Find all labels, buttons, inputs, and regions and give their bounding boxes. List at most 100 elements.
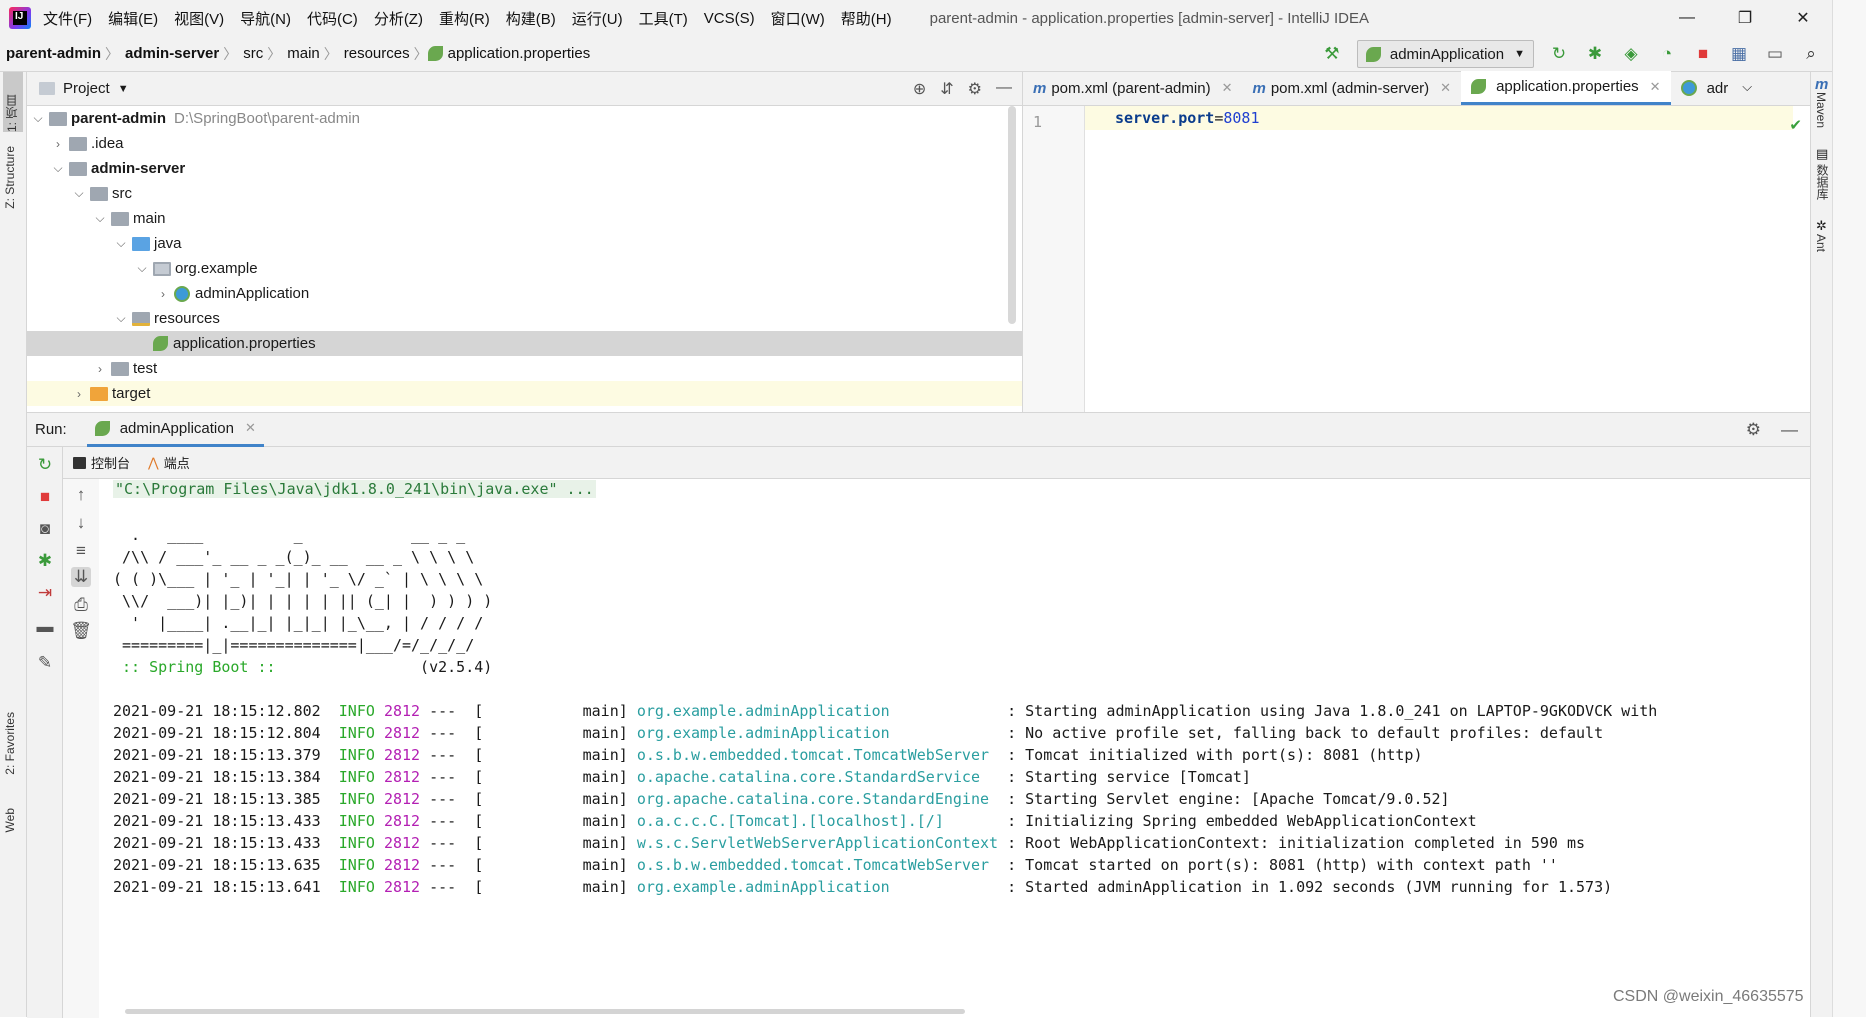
tab-application-properties[interactable]: application.properties ✕: [1461, 71, 1671, 105]
web-tool-tab[interactable]: Web: [3, 808, 17, 832]
project-structure-icon[interactable]: ▦: [1728, 43, 1750, 65]
close-icon[interactable]: ✕: [245, 420, 256, 436]
tab-endpoints[interactable]: ⋀ 端点: [148, 453, 190, 472]
collapse-all-icon[interactable]: ⇵: [940, 79, 953, 99]
menu-edit[interactable]: 编辑(E): [108, 8, 158, 29]
close-icon[interactable]: ✕: [1440, 80, 1451, 96]
breadcrumb-project[interactable]: parent-admin: [0, 45, 105, 62]
coverage-icon[interactable]: ◈: [1620, 43, 1642, 65]
chevron-down-icon[interactable]: ⌵: [27, 111, 49, 126]
breadcrumb-module[interactable]: admin-server: [119, 45, 223, 62]
stop-icon[interactable]: ■: [35, 487, 55, 507]
tree-item-resources[interactable]: ⌵ resources: [27, 306, 1022, 331]
locate-file-icon[interactable]: ⊕: [913, 79, 926, 99]
pin-icon[interactable]: ✎: [35, 653, 55, 673]
rerun-icon[interactable]: ↻: [35, 455, 55, 475]
menu-tools[interactable]: 工具(T): [639, 8, 688, 29]
chevron-down-icon[interactable]: ⌵: [110, 311, 132, 326]
soft-wrap-icon[interactable]: ≡: [71, 541, 91, 561]
breadcrumb-file[interactable]: application.properties: [448, 45, 595, 62]
project-scrollbar[interactable]: [1008, 106, 1016, 324]
menu-code[interactable]: 代码(C): [307, 8, 358, 29]
restore-button[interactable]: ❐: [1716, 0, 1774, 36]
maven-tool-tab[interactable]: Maven: [1814, 92, 1828, 128]
chevron-down-icon[interactable]: ⌵: [131, 261, 153, 276]
tree-item-target[interactable]: › target: [27, 381, 1022, 406]
tree-item-test[interactable]: › test: [27, 356, 1022, 381]
breadcrumb-resources[interactable]: resources: [338, 45, 414, 62]
tree-item-java[interactable]: ⌵ java: [27, 231, 1022, 256]
favorites-tool-tab[interactable]: 2: Favorites: [3, 712, 17, 775]
menu-build[interactable]: 构建(B): [506, 8, 556, 29]
chevron-right-icon[interactable]: ›: [47, 137, 69, 151]
close-icon[interactable]: ✕: [1650, 79, 1661, 95]
close-window-button[interactable]: ✕: [1774, 0, 1832, 36]
chevron-right-icon[interactable]: ›: [68, 387, 90, 401]
tree-item-idea[interactable]: › .idea: [27, 131, 1022, 156]
chevron-down-icon[interactable]: ▼: [118, 83, 129, 95]
terminal-icon[interactable]: ▭: [1764, 43, 1786, 65]
hide-panel-icon[interactable]: —: [996, 79, 1012, 99]
structure-tool-tab[interactable]: Z: Structure: [3, 146, 17, 209]
camera-icon[interactable]: ◙: [35, 519, 55, 539]
inspection-ok-icon[interactable]: ✔: [1789, 116, 1802, 134]
chevron-down-icon[interactable]: ⌵: [68, 186, 90, 201]
scroll-to-end-icon[interactable]: ⇊: [71, 567, 91, 587]
minimize-button[interactable]: —: [1658, 0, 1716, 36]
menu-navigate[interactable]: 导航(N): [240, 8, 291, 29]
menu-run[interactable]: 运行(U): [572, 8, 623, 29]
database-icon[interactable]: ▤: [1816, 146, 1828, 162]
breadcrumb-src[interactable]: src: [237, 45, 267, 62]
menu-refactor[interactable]: 重构(R): [439, 8, 490, 29]
arrow-down-icon[interactable]: ↓: [71, 513, 91, 533]
menu-analyze[interactable]: 分析(Z): [374, 8, 423, 29]
layout-icon[interactable]: ▬: [35, 617, 55, 637]
chevron-right-icon[interactable]: ›: [152, 287, 174, 301]
gear-icon[interactable]: ⚙: [968, 79, 982, 99]
gear-icon[interactable]: ⚙: [1746, 420, 1761, 440]
run-tab-admin-application[interactable]: adminApplication ✕: [86, 413, 264, 447]
console-output[interactable]: "C:\Program Files\Java\jdk1.8.0_241\bin\…: [99, 479, 1810, 1018]
tree-item-application-properties[interactable]: application.properties: [27, 331, 1022, 356]
close-icon[interactable]: ✕: [1222, 80, 1233, 96]
search-icon[interactable]: ⌕: [1800, 43, 1822, 65]
ant-tool-tab[interactable]: Ant: [1814, 234, 1828, 252]
tree-item-admin-application[interactable]: › adminApplication: [27, 281, 1022, 306]
tree-item-src[interactable]: ⌵ src: [27, 181, 1022, 206]
code-line[interactable]: server.port=8081: [1085, 106, 1793, 130]
rerun-icon[interactable]: ↻: [1548, 43, 1570, 65]
tab-admin-application[interactable]: adr: [1671, 71, 1739, 105]
project-tool-tab[interactable]: 1: 项目: [3, 72, 23, 132]
chevron-right-icon[interactable]: ›: [89, 362, 111, 376]
tab-console[interactable]: 控制台: [73, 453, 130, 472]
console-horizontal-scrollbar[interactable]: [125, 1009, 965, 1014]
tab-pom-admin-server[interactable]: m pom.xml (admin-server) ✕: [1242, 71, 1461, 105]
maven-icon[interactable]: m: [1815, 76, 1828, 93]
tree-item-main[interactable]: ⌵ main: [27, 206, 1022, 231]
exit-icon[interactable]: ⇥: [35, 583, 55, 603]
tree-item-parent-admin[interactable]: ⌵ parent-admin D:\SpringBoot\parent-admi…: [27, 106, 1022, 131]
hide-panel-icon[interactable]: —: [1781, 420, 1798, 440]
tree-item-admin-server[interactable]: ⌵ admin-server: [27, 156, 1022, 181]
menu-vcs[interactable]: VCS(S): [704, 10, 755, 27]
menu-help[interactable]: 帮助(H): [841, 8, 892, 29]
profile-icon[interactable]: ◔: [1656, 43, 1678, 65]
run-config-select[interactable]: adminApplication ▼: [1356, 40, 1534, 68]
breadcrumb-main[interactable]: main: [281, 45, 324, 62]
menu-window[interactable]: 窗口(W): [771, 8, 825, 29]
menu-view[interactable]: 视图(V): [174, 8, 224, 29]
tab-pom-parent[interactable]: m pom.xml (parent-admin) ✕: [1023, 71, 1242, 105]
debug-icon[interactable]: ✱: [35, 551, 55, 571]
project-view-select[interactable]: Project: [63, 80, 110, 97]
trash-icon[interactable]: 🗑: [70, 621, 92, 641]
arrow-up-icon[interactable]: ↑: [71, 485, 91, 505]
chevron-down-icon[interactable]: ⌵: [1738, 79, 1760, 105]
tree-item-org-example[interactable]: ⌵ org.example: [27, 256, 1022, 281]
build-hammer-icon[interactable]: ⚒: [1321, 43, 1343, 65]
ant-icon[interactable]: ✲: [1816, 218, 1827, 234]
stop-icon[interactable]: ■: [1692, 43, 1714, 65]
chevron-down-icon[interactable]: ⌵: [47, 161, 69, 176]
database-tool-tab[interactable]: 数据库: [1814, 164, 1831, 200]
debug-icon[interactable]: ✱: [1584, 43, 1606, 65]
menu-file[interactable]: 文件(F): [43, 8, 92, 29]
